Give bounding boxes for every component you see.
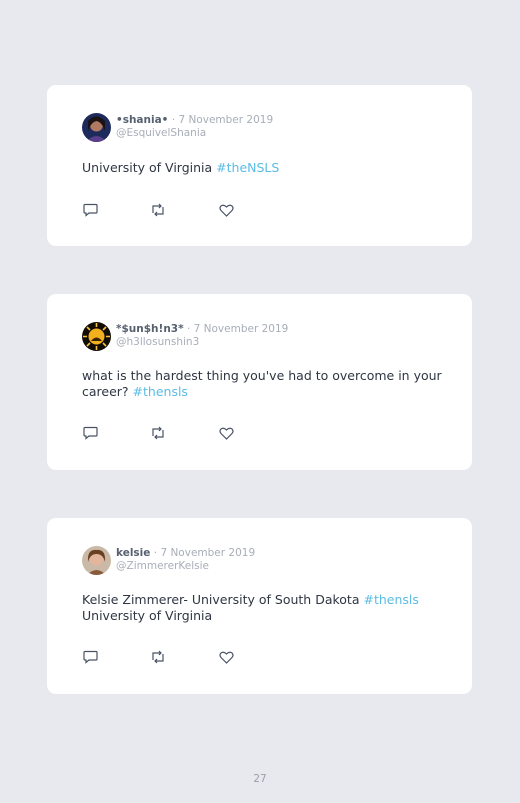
tweet-header: *$un$h!n3* · 7 November 2019 @h3llosunsh… bbox=[82, 322, 288, 351]
tweet-text: University of Virginia #theNSLS bbox=[82, 160, 442, 176]
tweet-actions bbox=[82, 203, 286, 217]
separator: · bbox=[186, 323, 191, 335]
hashtag-link[interactable]: #thensls bbox=[133, 384, 188, 399]
tweet-card: *$un$h!n3* · 7 November 2019 @h3llosunsh… bbox=[47, 294, 472, 470]
reply-icon[interactable] bbox=[82, 426, 98, 440]
tweet-meta: •shania• · 7 November 2019 @EsquivelShan… bbox=[116, 114, 273, 140]
like-icon[interactable] bbox=[218, 426, 234, 440]
name-line: kelsie · 7 November 2019 bbox=[116, 547, 255, 560]
author-name[interactable]: •shania• bbox=[116, 114, 168, 126]
tweet-text-content: Kelsie Zimmerer- University of South Dak… bbox=[82, 592, 364, 607]
tweet-header: •shania• · 7 November 2019 @EsquivelShan… bbox=[82, 113, 273, 142]
tweet-card: kelsie · 7 November 2019 @ZimmererKelsie… bbox=[47, 518, 472, 694]
reply-icon[interactable] bbox=[82, 650, 98, 664]
avatar[interactable] bbox=[82, 322, 111, 351]
author-handle[interactable]: @ZimmererKelsie bbox=[116, 560, 255, 573]
name-line: *$un$h!n3* · 7 November 2019 bbox=[116, 323, 288, 336]
tweet-meta: kelsie · 7 November 2019 @ZimmererKelsie bbox=[116, 547, 255, 573]
tweet-text: Kelsie Zimmerer- University of South Dak… bbox=[82, 592, 442, 623]
tweet-text: what is the hardest thing you've had to … bbox=[82, 368, 442, 399]
like-icon[interactable] bbox=[218, 203, 234, 217]
author-handle[interactable]: @EsquivelShania bbox=[116, 127, 273, 140]
tweet-actions bbox=[82, 650, 286, 664]
tweet-card: •shania• · 7 November 2019 @EsquivelShan… bbox=[47, 85, 472, 246]
page-number: 27 bbox=[253, 773, 267, 785]
tweet-meta: *$un$h!n3* · 7 November 2019 @h3llosunsh… bbox=[116, 323, 288, 349]
retweet-icon[interactable] bbox=[150, 203, 166, 217]
like-icon[interactable] bbox=[218, 650, 234, 664]
separator: · bbox=[171, 114, 176, 126]
name-line: •shania• · 7 November 2019 bbox=[116, 114, 273, 127]
tweet-text-continued: University of Virginia bbox=[82, 607, 213, 623]
separator: · bbox=[153, 547, 158, 559]
tweet-text-content: University of Virginia bbox=[82, 160, 217, 175]
tweet-actions bbox=[82, 426, 286, 440]
author-name[interactable]: *$un$h!n3* bbox=[116, 323, 184, 335]
reply-icon[interactable] bbox=[82, 203, 98, 217]
hashtag-link[interactable]: #theNSLS bbox=[216, 160, 279, 175]
retweet-icon[interactable] bbox=[150, 426, 166, 440]
tweet-date: 7 November 2019 bbox=[160, 547, 256, 559]
hashtag-link[interactable]: #thensls bbox=[363, 592, 418, 607]
avatar[interactable] bbox=[82, 546, 111, 575]
tweet-date: 7 November 2019 bbox=[178, 114, 274, 126]
tweet-date: 7 November 2019 bbox=[193, 323, 289, 335]
author-name[interactable]: kelsie bbox=[116, 547, 150, 559]
author-handle[interactable]: @h3llosunshin3 bbox=[116, 336, 288, 349]
retweet-icon[interactable] bbox=[150, 650, 166, 664]
tweet-header: kelsie · 7 November 2019 @ZimmererKelsie bbox=[82, 546, 255, 575]
avatar[interactable] bbox=[82, 113, 111, 142]
